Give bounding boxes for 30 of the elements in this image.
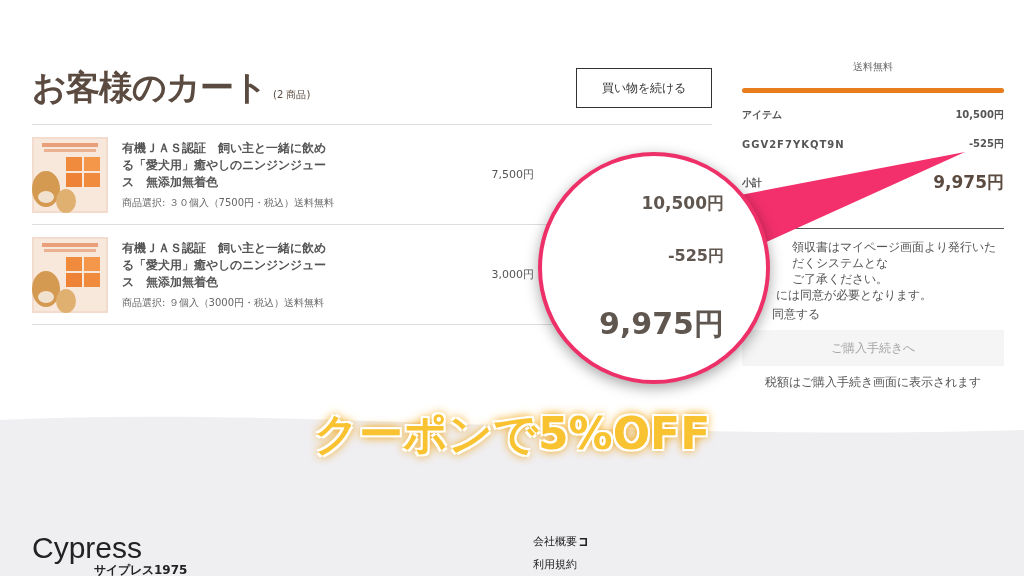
product-name[interactable]: 有機ＪＡＳ認証 飼い主と一緒に飲める「愛犬用」癒やしのニンジンジュース 無添加無着色 bbox=[122, 239, 332, 291]
item-price: 7,500円 bbox=[491, 167, 534, 182]
item-count: (2 商品) bbox=[273, 88, 311, 102]
footer-link[interactable]: 会社概要 bbox=[533, 534, 587, 549]
summary-value: 10,500円 bbox=[955, 108, 1004, 122]
item-price: 3,000円 bbox=[491, 267, 534, 282]
shipping-label: 送料無料 bbox=[852, 60, 894, 74]
footer-link[interactable]: 利用規約 bbox=[533, 557, 577, 572]
cart-title: お客様のカート bbox=[32, 66, 267, 109]
tax-note: 税額はご購入手続き画面に表示されます bbox=[764, 374, 982, 391]
summary-label: 小計 bbox=[742, 175, 762, 190]
product-option: 商品選択: ３０個入（7500円・税込）送料無料 bbox=[122, 195, 332, 210]
magnified-value: 10,500円 bbox=[641, 192, 724, 215]
continue-shopping-button[interactable]: 買い物を続ける bbox=[576, 68, 712, 108]
summary-value: 9,975円 bbox=[933, 171, 1004, 194]
summary-label: アイテム bbox=[742, 108, 782, 122]
magnified-value: -525円 bbox=[667, 246, 724, 267]
agree-label[interactable]: 同意する bbox=[772, 306, 820, 322]
notice-text: ご了承ください。 bbox=[792, 271, 888, 287]
summary-label: GGV2F7YKQT9N bbox=[742, 138, 845, 150]
notice-text: 領収書はマイページ画面より発行いただくシステムとな bbox=[792, 239, 997, 271]
external-link-icon bbox=[579, 537, 587, 546]
product-name[interactable]: 有機ＪＡＳ認証 飼い主と一緒に飲める「愛犬用」癒やしのニンジンジュース 無添加無着色 bbox=[122, 139, 332, 191]
notice-text: には同意が必要となります。 bbox=[776, 287, 932, 303]
summary-value: -525円 bbox=[968, 137, 1004, 151]
magnified-value: 9,975円 bbox=[599, 305, 724, 343]
product-option: 商品選択: ９個入（3000円・税込）送料無料 bbox=[122, 295, 332, 310]
brand-logo[interactable]: Cypress bbox=[32, 534, 143, 562]
callout-text: クーポンで5%OFF bbox=[314, 407, 711, 461]
brand-subtitle: サイプレス1975 bbox=[94, 563, 188, 576]
